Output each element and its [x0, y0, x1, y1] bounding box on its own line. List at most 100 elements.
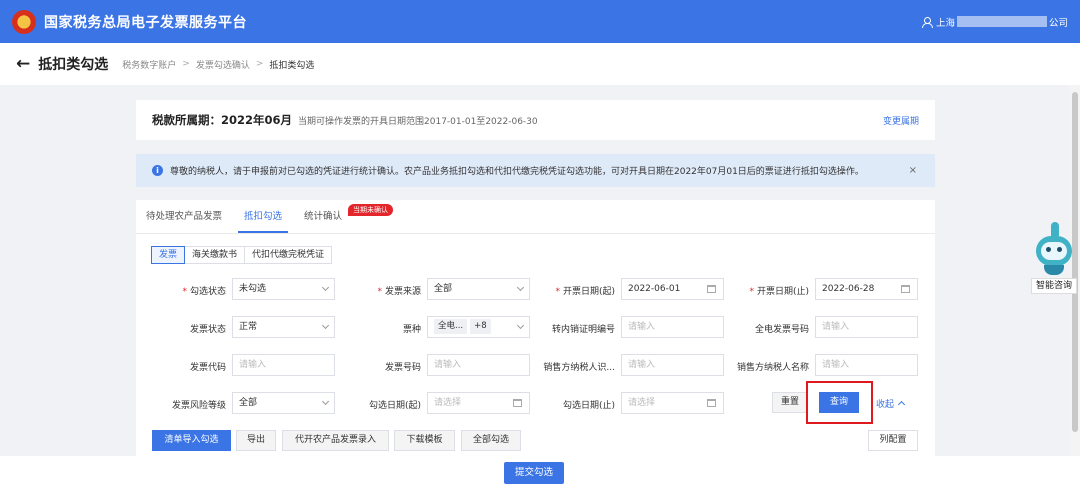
- doc-type-invoice[interactable]: 发票: [151, 246, 186, 264]
- collapse-label: 收起: [876, 400, 895, 410]
- issue-date-start-label: * 开票日期(起): [525, 284, 615, 297]
- select-date-end-picker[interactable]: 请选择: [621, 392, 724, 414]
- highlight-box: [806, 381, 873, 424]
- invoice-number-label: 发票号码: [384, 363, 421, 373]
- required-mark: *: [749, 287, 754, 297]
- invoice-status-label: 发票状态: [189, 325, 226, 335]
- placeholder-text: 请输入: [239, 360, 267, 370]
- divider: [136, 233, 935, 234]
- invoice-source-label: * 发票来源: [331, 284, 421, 297]
- invoice-type-label: 票种: [402, 325, 421, 335]
- reset-button[interactable]: 重置: [772, 392, 808, 413]
- e-invoice-no-input[interactable]: 请输入: [815, 316, 918, 338]
- label-text: 开票日期(起): [562, 287, 615, 297]
- seller-tax-id-label: 销售方纳税人识...: [543, 363, 615, 373]
- select-date-start-picker[interactable]: 请选择: [427, 392, 530, 414]
- select-status-label: * 勾选状态: [136, 284, 226, 297]
- risk-level-dropdown[interactable]: 全部: [232, 392, 335, 414]
- invoice-status-dropdown[interactable]: 正常: [232, 316, 335, 338]
- select-status-dropdown[interactable]: 未勾选: [232, 278, 335, 300]
- page-header: ← 抵扣类勾选 税务数字账户 > 发票勾选确认 > 抵扣类勾选: [0, 43, 1080, 85]
- main-panel: 待处理农产品发票 抵扣勾选 统计确认 当期未确认 发票 海关缴款书 代扣代缴完税…: [136, 200, 935, 457]
- change-period-link[interactable]: 变更属期: [883, 114, 919, 127]
- date-value: 2022-06-01: [628, 284, 681, 294]
- domestic-cert-no-label: 转内销证明编号: [551, 325, 615, 335]
- chevron-down-icon: [516, 283, 525, 292]
- placeholder-text: 请输入: [434, 360, 462, 370]
- doc-type-switch: 发票 海关缴款书 代扣代缴完税凭证: [151, 246, 333, 264]
- chevron-down-icon: [516, 321, 525, 330]
- robot-body: [1044, 265, 1064, 275]
- notice-banner: i 尊敬的纳税人，请于申报前对已勾选的凭证进行统计确认。农产品业务抵扣勾选和代扣…: [136, 154, 935, 187]
- label-text: 勾选状态: [189, 287, 226, 297]
- download-template-button[interactable]: 下载模板: [394, 430, 455, 451]
- breadcrumb-item-current: 抵扣类勾选: [269, 60, 315, 71]
- breadcrumb: 税务数字账户 > 发票勾选确认 > 抵扣类勾选: [122, 58, 314, 71]
- selected-value: 全部: [434, 284, 453, 294]
- tax-period-label: 税款所属期：2022年06月: [152, 113, 293, 127]
- calendar-icon: [513, 399, 522, 407]
- placeholder-text: 请选择: [434, 398, 462, 408]
- seller-name-input[interactable]: 请输入: [815, 354, 918, 376]
- invoice-type-multiselect[interactable]: 全电... +8: [427, 316, 530, 338]
- placeholder-text: 请输入: [822, 322, 850, 332]
- breadcrumb-separator-icon: >: [255, 59, 264, 69]
- smart-consult-button[interactable]: 智能咨询: [1031, 278, 1077, 294]
- label-text: 开票日期(止): [756, 287, 809, 297]
- page-title: 抵扣类勾选: [38, 57, 109, 73]
- user-menu[interactable]: 上海 公司: [921, 0, 1068, 43]
- assistant-robot-icon[interactable]: [1034, 222, 1074, 276]
- doc-type-withholding[interactable]: 代扣代缴完税凭证: [244, 246, 333, 264]
- select-date-start-label: 勾选日期(起): [368, 401, 421, 411]
- masked-company-name: [956, 16, 1047, 27]
- breadcrumb-item-confirm[interactable]: 发票勾选确认: [196, 58, 250, 71]
- user-name-prefix: 上海: [935, 17, 955, 29]
- invoice-number-input[interactable]: 请输入: [427, 354, 530, 376]
- tax-period-range: 当期可操作发票的开具日期范围2017-01-01至2022-06-30: [298, 116, 538, 127]
- calendar-icon: [707, 285, 716, 293]
- agri-invoice-entry-button[interactable]: 代开农产品发票录入: [282, 430, 389, 451]
- select-all-button[interactable]: 全部勾选: [461, 430, 521, 451]
- selected-value: 未勾选: [239, 284, 267, 294]
- invoice-code-label: 发票代码: [189, 363, 226, 373]
- notice-text: 尊敬的纳税人，请于申报前对已勾选的凭证进行统计确认。农产品业务抵扣勾选和代扣代缴…: [170, 167, 864, 177]
- app-title: 国家税务总局电子发票服务平台: [44, 14, 247, 31]
- close-icon[interactable]: ×: [909, 165, 917, 176]
- required-mark: *: [377, 287, 382, 297]
- tab-statistics-confirm[interactable]: 统计确认 当期未确认: [304, 200, 394, 233]
- e-invoice-no-label: 全电发票号码: [754, 325, 809, 335]
- seller-name-label: 销售方纳税人名称: [736, 363, 809, 373]
- selected-value: 正常: [239, 322, 258, 332]
- robot-eye: [1057, 247, 1062, 252]
- tab-deduction-select[interactable]: 抵扣勾选: [238, 200, 289, 233]
- domestic-cert-no-input[interactable]: 请输入: [621, 316, 724, 338]
- column-config-button[interactable]: 列配置: [868, 430, 918, 451]
- info-icon: i: [152, 165, 163, 176]
- tab-agri-invoices[interactable]: 待处理农产品发票: [146, 200, 222, 233]
- import-select-button[interactable]: 清单导入勾选: [152, 430, 231, 451]
- date-value: 2022-06-28: [822, 284, 875, 294]
- selected-tag: 全电...: [434, 319, 468, 334]
- submit-selection-button[interactable]: 提交勾选: [504, 462, 564, 484]
- status-badge: 当期未确认: [348, 204, 394, 216]
- placeholder-text: 请输入: [628, 360, 656, 370]
- tab-statistics-label: 统计确认: [304, 211, 343, 222]
- issue-date-end-picker[interactable]: 2022-06-28: [815, 278, 918, 300]
- seller-tax-id-input[interactable]: 请输入: [621, 354, 724, 376]
- invoice-code-input[interactable]: 请输入: [232, 354, 335, 376]
- chevron-down-icon: [321, 397, 330, 406]
- back-arrow-icon[interactable]: ←: [16, 54, 30, 74]
- invoice-source-dropdown[interactable]: 全部: [427, 278, 530, 300]
- footer-bar: 提交勾选: [0, 456, 1080, 491]
- export-button[interactable]: 导出: [236, 430, 276, 451]
- tax-period-card: 税款所属期：2022年06月 当期可操作发票的开具日期范围2017-01-01至…: [136, 100, 935, 140]
- robot-eye: [1046, 247, 1051, 252]
- placeholder-text: 请输入: [628, 322, 656, 332]
- doc-type-customs[interactable]: 海关缴款书: [184, 246, 246, 264]
- issue-date-start-picker[interactable]: 2022-06-01: [621, 278, 724, 300]
- breadcrumb-item-account[interactable]: 税务数字账户: [122, 58, 176, 71]
- collapse-toggle[interactable]: 收起: [876, 397, 906, 410]
- chevron-down-icon: [321, 321, 330, 330]
- user-icon: [921, 16, 933, 28]
- robot-antenna: [1051, 222, 1059, 236]
